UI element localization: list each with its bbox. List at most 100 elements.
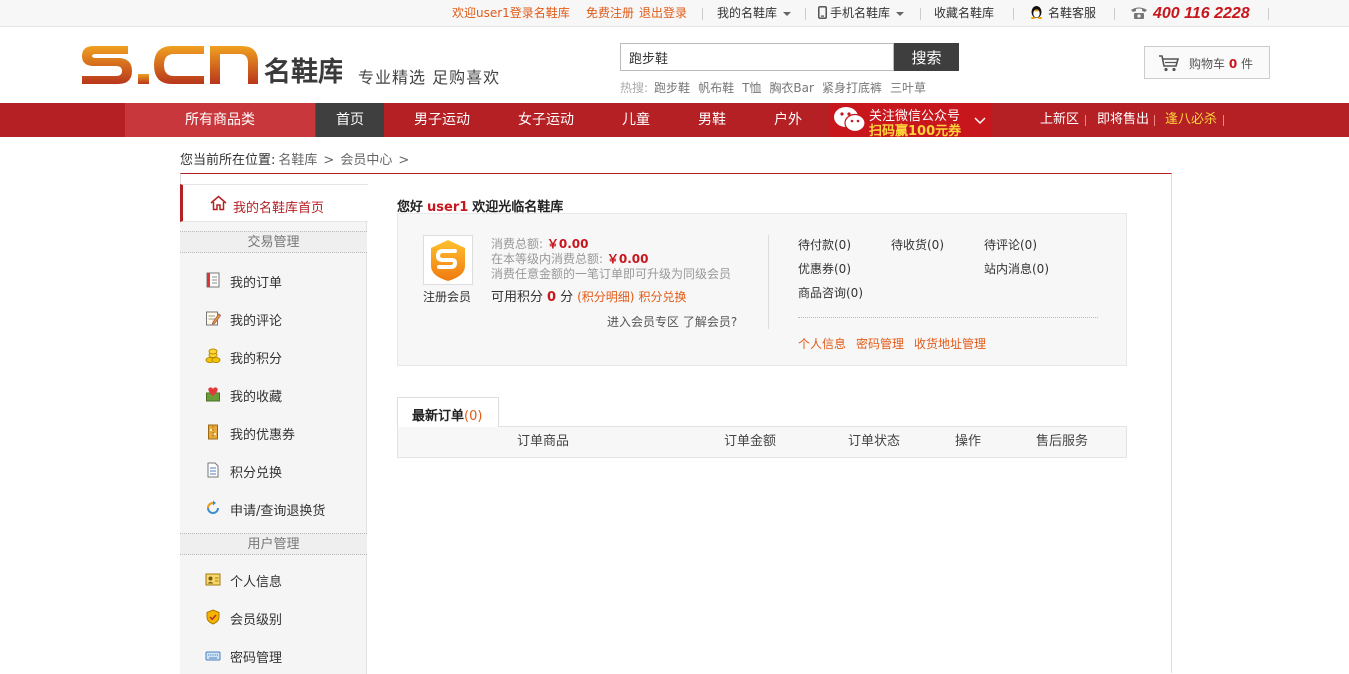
- hot-word-link[interactable]: 紧身打底裤: [822, 81, 882, 95]
- sidebar-item-label: 密码管理: [230, 651, 283, 666]
- member-level-logo-icon: [431, 240, 465, 281]
- sidebar-item-label: 我的订单: [230, 276, 283, 291]
- points-exchange-link[interactable]: 积分兑换: [638, 290, 686, 304]
- nav-item-kids[interactable]: 儿童: [612, 103, 660, 137]
- divider: [1268, 8, 1269, 20]
- member-zone-links: 进入会员专区 了解会员?: [607, 313, 737, 330]
- hot-words: 热搜: 跑步鞋 帆布鞋 T恤 胸衣Bar 紧身打底裤 三叶草: [620, 79, 934, 96]
- cart-button[interactable]: 购物车 0 件: [1144, 46, 1270, 79]
- sidebar-item-profile[interactable]: 个人信息: [180, 560, 367, 598]
- divider: [1085, 115, 1086, 126]
- divider: [1114, 8, 1115, 20]
- hot-word-link[interactable]: 胸衣Bar: [769, 81, 814, 95]
- status-pending-receipt[interactable]: 待收货(0): [891, 236, 944, 253]
- sidebar-item-orders[interactable]: 我的订单: [180, 261, 367, 299]
- sidebar-item-returns[interactable]: 申请/查询退换货: [180, 489, 367, 527]
- refresh-icon: [207, 500, 219, 514]
- shield-badge-icon: [206, 609, 220, 625]
- available-points: 可用积分 0 分 (积分明细) 积分兑换: [491, 286, 686, 305]
- breadcrumb-link-home[interactable]: 名鞋库: [278, 153, 317, 168]
- chevron-down-icon: [974, 117, 986, 125]
- divider: [702, 8, 703, 20]
- penguin-icon: [1031, 6, 1042, 19]
- divider: [1223, 115, 1224, 126]
- points-value: 0: [547, 290, 557, 305]
- level-spend-label: 在本等级内消费总额:: [491, 252, 604, 266]
- status-messages[interactable]: 站内消息(0): [984, 260, 1049, 277]
- nav-item-women-sports[interactable]: 女子运动: [508, 103, 584, 137]
- logo-graphic: 名鞋库: [82, 46, 345, 88]
- hot-word-link[interactable]: T恤: [742, 81, 761, 95]
- status-pending-payment[interactable]: 待付款(0): [798, 236, 851, 253]
- sidebar-item-label: 积分兑换: [230, 466, 283, 481]
- column-header-status: 订单状态: [848, 434, 901, 449]
- divider: [920, 8, 921, 20]
- account-link-profile[interactable]: 个人信息: [798, 335, 846, 352]
- breadcrumb-separator: >: [323, 153, 335, 168]
- member-level-label: 注册会员: [423, 290, 472, 304]
- hot-word-link[interactable]: 帆布鞋: [698, 81, 734, 95]
- mobile-menu[interactable]: 手机名鞋库: [818, 0, 905, 27]
- welcome-text: 欢迎user1登录名鞋库: [452, 6, 570, 20]
- tab-title: 最新订单: [412, 409, 465, 424]
- document-icon: [207, 462, 219, 478]
- search-button[interactable]: 搜索: [894, 43, 959, 71]
- hotline: 400 116 2228: [1130, 0, 1250, 27]
- column-header-after-sales: 售后服务: [1036, 434, 1089, 449]
- account-link-address[interactable]: 收货地址管理: [914, 335, 986, 352]
- main-nav: 所有商品类 首页 男子运动 女子运动 儿童 男鞋 户外 上新区 即将售出 逢八必…: [0, 103, 1349, 137]
- chevron-down-icon: [896, 11, 905, 16]
- sidebar-item-password[interactable]: 密码管理: [180, 636, 367, 674]
- cart-icon: [1159, 55, 1180, 72]
- column-header-amount: 订单金额: [724, 434, 777, 449]
- service-link[interactable]: 名鞋客服: [1029, 0, 1096, 27]
- tab-count: (0): [464, 409, 483, 424]
- nav-item-outdoor[interactable]: 户外: [764, 103, 812, 137]
- status-pending-review[interactable]: 待评论(0): [984, 236, 1037, 253]
- sidebar-item-coupons[interactable]: 我的优惠券: [180, 413, 367, 451]
- divider: [768, 235, 769, 329]
- column-header-product: 订单商品: [517, 434, 570, 449]
- id-card-icon: [205, 573, 221, 586]
- chevron-down-icon: [783, 11, 792, 16]
- search-input[interactable]: [620, 43, 894, 71]
- sidebar-item-points[interactable]: 我的积分: [180, 337, 367, 375]
- status-coupons[interactable]: 优惠券(0): [798, 260, 851, 277]
- points-label: 可用积分: [491, 290, 544, 305]
- favorite-link[interactable]: 收藏名鞋库: [934, 0, 994, 27]
- total-spend-value: ￥0.00: [546, 237, 589, 251]
- about-member-link[interactable]: 了解会员?: [683, 315, 737, 329]
- all-categories-button[interactable]: 所有商品类: [125, 103, 315, 137]
- slogan: 专业精选 足购喜欢: [358, 68, 501, 87]
- sidebar-item-reviews[interactable]: 我的评论: [180, 299, 367, 337]
- site-logo[interactable]: 名鞋库: [80, 40, 345, 90]
- enter-member-zone-link[interactable]: 进入会员专区: [607, 315, 679, 329]
- points-unit: 分: [560, 290, 574, 305]
- nav-item-new-arrivals[interactable]: 上新区: [1040, 103, 1079, 137]
- divider: [1013, 8, 1014, 20]
- sidebar-item-favorites[interactable]: 我的收藏: [180, 375, 367, 413]
- avatar: [423, 235, 473, 285]
- hot-word-link[interactable]: 三叶草: [890, 81, 926, 95]
- status-inquiries[interactable]: 商品咨询(0): [798, 284, 863, 301]
- sidebar-item-member-level[interactable]: 会员级别: [180, 598, 367, 636]
- hot-word-link[interactable]: 跑步鞋: [654, 81, 690, 95]
- sidebar-item-points-exchange[interactable]: 积分兑换: [180, 451, 367, 489]
- nav-item-flash-sale[interactable]: 逢八必杀: [1165, 103, 1217, 137]
- telephone-icon: [1131, 7, 1147, 19]
- logout-link[interactable]: 退出登录: [639, 0, 687, 27]
- nav-item-home[interactable]: 首页: [316, 103, 384, 137]
- nav-item-coming-soon[interactable]: 即将售出: [1097, 103, 1149, 137]
- sidebar-item-label: 我的评论: [230, 314, 283, 329]
- my-account-menu[interactable]: 我的名鞋库: [717, 0, 792, 27]
- nav-item-men-sports[interactable]: 男子运动: [404, 103, 480, 137]
- tab-latest-orders[interactable]: 最新订单(0): [397, 397, 499, 427]
- sidebar-item-home[interactable]: 我的名鞋库首页: [180, 184, 368, 222]
- points-detail-link[interactable]: (积分明细): [577, 290, 634, 304]
- breadcrumb-link-member[interactable]: 会员中心: [340, 153, 392, 168]
- register-link[interactable]: 免费注册: [586, 0, 634, 27]
- nav-item-men-shoes[interactable]: 男鞋: [688, 103, 736, 137]
- sidebar-item-label: 我的积分: [230, 352, 283, 367]
- wechat-promo[interactable]: 关注微信公众号 扫码赢100元券: [829, 103, 992, 139]
- account-link-password[interactable]: 密码管理: [856, 335, 904, 352]
